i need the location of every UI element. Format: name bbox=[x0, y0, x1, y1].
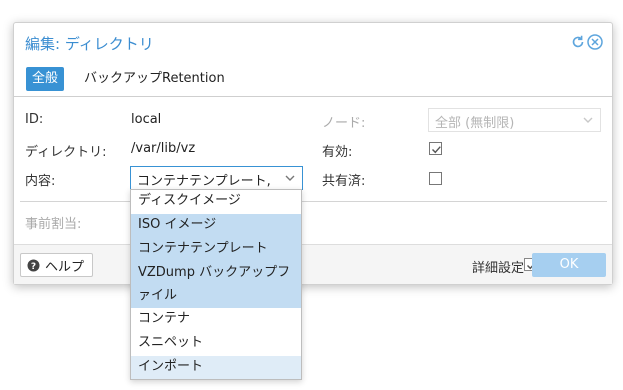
dropdown-item-import[interactable]: インポート bbox=[131, 356, 301, 379]
id-value: local bbox=[131, 112, 162, 127]
tab-general[interactable]: 全般 bbox=[26, 67, 65, 91]
advanced-label: 詳細設定 bbox=[471, 261, 524, 276]
refresh-icon[interactable] bbox=[569, 33, 587, 51]
content-select[interactable]: コンテナテンプレート, bbox=[130, 166, 303, 190]
svg-text:?: ? bbox=[31, 262, 36, 272]
ok-button[interactable]: OK bbox=[532, 253, 606, 277]
dropdown-item-vzdump-backup[interactable]: VZDump バックアップファイル bbox=[131, 261, 301, 308]
id-label: ID: bbox=[25, 112, 44, 127]
dialog-footer: ? ヘルプ 詳細設定 OK bbox=[14, 244, 612, 284]
chevron-down-icon bbox=[582, 114, 594, 126]
preallocation-label: 事前割当: bbox=[25, 217, 82, 232]
tab-backup-retention[interactable]: バックアップRetention bbox=[84, 67, 225, 91]
content-label: 内容: bbox=[25, 174, 56, 189]
enabled-label: 有効: bbox=[322, 145, 353, 160]
help-button-label: ヘルプ bbox=[45, 259, 85, 275]
close-circle-icon[interactable] bbox=[586, 33, 604, 51]
divider bbox=[20, 201, 607, 202]
dropdown-item-container-template[interactable]: コンテナテンプレート bbox=[131, 238, 301, 261]
edit-storage-dialog: 編集: ディレクトリ 全般 バックアップRetention ID: local … bbox=[13, 22, 613, 285]
content-dropdown-list: ディスクイメージ ISO イメージ コンテナテンプレート VZDump バックア… bbox=[130, 189, 302, 380]
dropdown-item-snippets[interactable]: スニペット bbox=[131, 332, 301, 356]
shared-label: 共有済: bbox=[322, 174, 366, 189]
tab-bar: 全般 バックアップRetention bbox=[14, 63, 612, 97]
node-select-value: 全部 (無制限) bbox=[435, 116, 515, 131]
dialog-titlebar: 編集: ディレクトリ bbox=[14, 23, 612, 63]
chevron-down-icon[interactable] bbox=[284, 172, 296, 184]
dropdown-item-iso-image[interactable]: ISO イメージ bbox=[131, 214, 301, 238]
dialog-title: 編集: ディレクトリ bbox=[25, 35, 154, 53]
shared-checkbox[interactable] bbox=[429, 172, 442, 185]
node-select: 全部 (無制限) bbox=[428, 108, 601, 132]
directory-label: ディレクトリ: bbox=[25, 145, 107, 160]
help-button[interactable]: ? ヘルプ bbox=[20, 253, 94, 277]
dropdown-item-container[interactable]: コンテナ bbox=[131, 308, 301, 332]
enabled-checkbox[interactable] bbox=[429, 142, 442, 155]
question-circle-icon: ? bbox=[27, 259, 40, 272]
node-label: ノード: bbox=[322, 116, 366, 131]
dropdown-item-disk-image[interactable]: ディスクイメージ bbox=[131, 190, 301, 214]
content-select-value: コンテナテンプレート, bbox=[137, 174, 271, 189]
directory-value: /var/lib/vz bbox=[131, 141, 196, 156]
